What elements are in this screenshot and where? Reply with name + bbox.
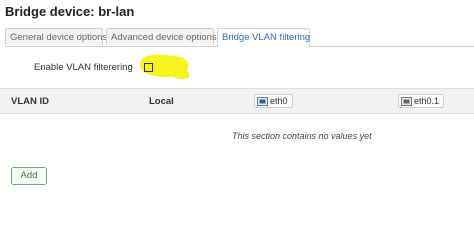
- tab-bar: General device options Advanced device o…: [5, 28, 474, 47]
- column-vlan-id: VLAN ID: [11, 96, 49, 107]
- add-button[interactable]: Add: [11, 167, 47, 185]
- port-eth0-chip: eth0: [254, 94, 293, 108]
- port-eth0-1-chip: eth0.1: [398, 94, 445, 108]
- vlan-filtering-label: Enable VLAN filterering: [34, 62, 133, 73]
- column-local: Local: [149, 96, 174, 107]
- tab-general-device-options[interactable]: General device options: [5, 28, 107, 45]
- page-title: Bridge device: br-lan: [5, 4, 135, 19]
- tab-bridge-vlan-filtering[interactable]: Bridge VLAN filtering: [217, 28, 310, 47]
- port-eth0-label: eth0: [270, 96, 288, 106]
- port-eth0-1-label: eth0.1: [414, 96, 440, 106]
- tab-advanced-device-options[interactable]: Advanced device options: [106, 28, 217, 45]
- vlan-filtering-checkbox[interactable]: [144, 63, 153, 72]
- page: Bridge device: br-lan General device opt…: [0, 0, 474, 204]
- empty-section-message: This section contains no values yet: [232, 131, 372, 141]
- vlan-table-header: VLAN ID Local eth0 eth0.1: [0, 88, 474, 114]
- ethernet-port-icon: [401, 97, 412, 106]
- ethernet-port-icon: [257, 97, 268, 106]
